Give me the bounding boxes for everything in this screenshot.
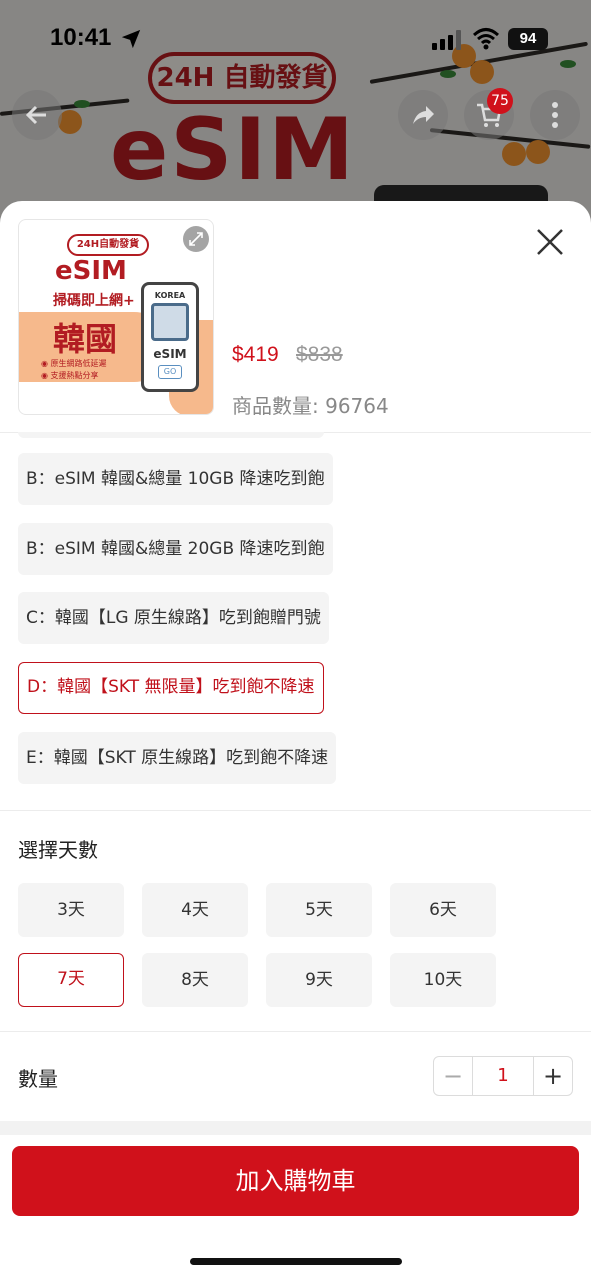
back-button[interactable] xyxy=(12,90,62,140)
location-arrow-icon xyxy=(121,29,141,49)
option-chip[interactable]: C：韓國【LG 原生線路】吃到飽贈門號 xyxy=(18,592,329,644)
original-price: $838 xyxy=(296,343,343,366)
arrow-left-icon xyxy=(25,105,46,125)
wifi-icon xyxy=(472,28,500,50)
increment-button[interactable]: + xyxy=(534,1057,572,1095)
cellular-signal-icon xyxy=(432,30,461,50)
thumb-subtitle: 掃碼即上網+ xyxy=(53,293,135,309)
thumb-phone-label: KOREA xyxy=(154,291,186,300)
option-chip[interactable]: B：eSIM 韓國&總量 10GB 降速吃到飽 xyxy=(18,453,333,505)
day-option[interactable]: 6天 xyxy=(390,883,496,937)
quantity-input[interactable]: 1 xyxy=(472,1057,534,1095)
more-button[interactable] xyxy=(530,90,580,140)
thumb-phone-go: GO xyxy=(158,365,182,379)
days-section-title: 選擇天數 xyxy=(18,838,98,862)
day-option[interactable]: 8天 xyxy=(142,953,248,1007)
thumb-bullet: ◉ 支援熱點分享 xyxy=(41,371,99,380)
option-chip-selected[interactable]: D：韓國【SKT 無限量】吃到飽不降速 xyxy=(18,662,324,714)
option-chip-partial[interactable] xyxy=(18,432,324,438)
add-to-cart-button[interactable]: 加入購物車 xyxy=(12,1146,579,1216)
day-option[interactable]: 4天 xyxy=(142,883,248,937)
expand-image-button[interactable] xyxy=(183,226,209,252)
thumb-pill: 24H自動發貨 xyxy=(67,234,149,256)
phone-illustration: KOREA eSIM GO xyxy=(141,282,199,392)
cart-count-badge: 75 xyxy=(487,88,513,114)
option-chip[interactable]: B：eSIM 韓國&總量 20GB 降速吃到飽 xyxy=(18,523,333,575)
status-bar: 10:41 94 xyxy=(0,0,591,80)
thumb-country: 韓國 xyxy=(53,320,118,358)
stock-count: 商品數量: 96764 xyxy=(232,394,389,418)
divider xyxy=(0,810,591,811)
expand-icon xyxy=(189,232,203,246)
decrement-button[interactable]: − xyxy=(434,1057,472,1095)
home-indicator[interactable] xyxy=(190,1258,402,1265)
footer-separator xyxy=(0,1121,591,1135)
day-option[interactable]: 10天 xyxy=(390,953,496,1007)
quantity-stepper: − 1 + xyxy=(433,1056,573,1096)
close-icon[interactable] xyxy=(531,223,569,261)
share-icon xyxy=(413,106,434,124)
thumb-bullet: ◉ 原生網路低延遲 xyxy=(41,359,107,368)
share-button[interactable] xyxy=(398,90,448,140)
status-time: 10:41 xyxy=(50,24,112,51)
product-options-sheet: 24H自動發貨 eSIM 掃碼即上網+ 韓國 ◉ 原生網路低延遲 ◉ 支援熱點分… xyxy=(0,201,591,1279)
thumb-phone-esim: eSIM xyxy=(153,347,187,361)
product-thumbnail[interactable]: 24H自動發貨 eSIM 掃碼即上網+ 韓國 ◉ 原生網路低延遲 ◉ 支援熱點分… xyxy=(18,219,214,415)
quantity-label: 數量 xyxy=(18,1067,58,1091)
option-chip[interactable]: E：韓國【SKT 原生線路】吃到飽不降速 xyxy=(18,732,337,784)
day-option[interactable]: 9天 xyxy=(266,953,372,1007)
qr-code-icon xyxy=(151,303,189,341)
divider xyxy=(0,1031,591,1032)
more-vertical-icon xyxy=(552,102,558,128)
battery-indicator: 94 xyxy=(508,28,548,50)
day-option[interactable]: 3天 xyxy=(18,883,124,937)
sale-price: $419 xyxy=(232,343,279,366)
thumb-esim: eSIM xyxy=(55,256,127,286)
day-option[interactable]: 5天 xyxy=(266,883,372,937)
day-option-selected[interactable]: 7天 xyxy=(18,953,124,1007)
